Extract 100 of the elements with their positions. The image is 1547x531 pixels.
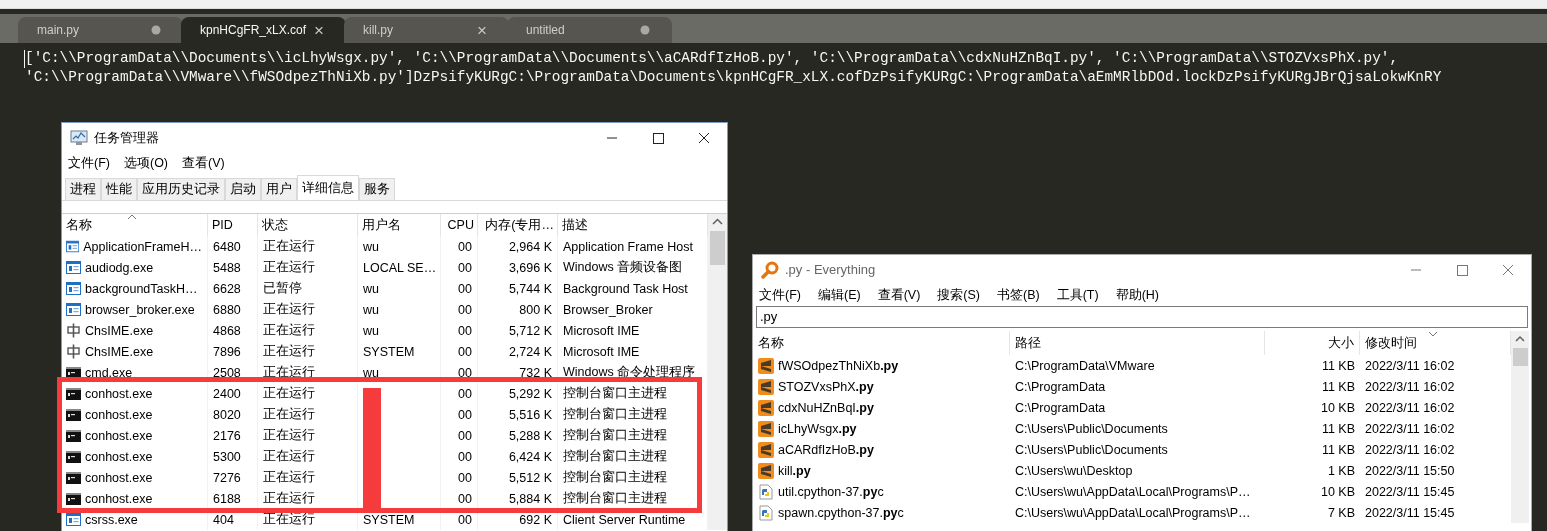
window-icon <box>66 303 81 316</box>
process-name: conhost.exe <box>85 428 153 443</box>
table-cell: 11 KB <box>1321 421 1355 436</box>
tab[interactable]: 用户 <box>261 178 297 200</box>
menu-item[interactable]: 工具(T) <box>1056 286 1099 304</box>
table-cell: 正在运行 <box>263 511 315 528</box>
table-cell: 800 K <box>519 302 552 317</box>
menu-item[interactable]: 选项(O) <box>123 154 169 172</box>
console-icon <box>66 408 81 421</box>
menu-item[interactable]: 书签(B) <box>997 286 1040 304</box>
close-tab-button[interactable]: × <box>477 21 487 39</box>
table-cell: 00 <box>458 428 472 443</box>
table-cell: 2,964 K <box>508 239 552 254</box>
table-cell: 00 <box>458 281 472 296</box>
menu-item[interactable]: 文件(F) <box>759 286 801 304</box>
table-cell: 11 KB <box>1321 358 1355 373</box>
table-cell: 控制台窗口主进程 <box>563 448 667 465</box>
menu-item[interactable]: 搜索(S) <box>937 286 980 304</box>
menu-item[interactable]: 查看(V) <box>182 154 225 172</box>
table-cell: 2022/3/11 16:02 <box>1365 421 1455 436</box>
column-header[interactable]: 状态 <box>258 214 358 236</box>
table-cell: 00 <box>458 512 472 527</box>
window-title: 任务管理器 <box>94 128 160 147</box>
tab[interactable]: 进程 <box>65 178 101 200</box>
table-cell: 00 <box>458 470 472 485</box>
menu-item[interactable]: 帮助(H) <box>1115 286 1159 304</box>
table-cell: 正在运行 <box>263 238 315 255</box>
table-cell: 控制台窗口主进程 <box>563 490 667 507</box>
scrollbar-thumb[interactable] <box>710 231 725 265</box>
column-header[interactable]: 路径 <box>1010 331 1265 355</box>
table-cell: 10 KB <box>1320 484 1355 499</box>
console-icon <box>66 471 81 484</box>
table-cell: 正在运行 <box>263 385 315 402</box>
search-field[interactable]: .py <box>756 306 1528 328</box>
close-tab-button[interactable]: × <box>314 21 324 39</box>
table-cell: Windows 命令处理程序 <box>563 364 696 381</box>
editor-tab[interactable]: untitled <box>507 17 672 43</box>
editor-tab[interactable]: main.py <box>18 17 183 43</box>
window-icon <box>66 282 81 295</box>
table-cell: Background Task Host <box>563 281 688 296</box>
table-cell: 5300 <box>213 449 241 464</box>
table-cell: 732 K <box>519 365 552 380</box>
table-cell: wu <box>363 323 379 338</box>
process-name: ChsIME.exe <box>85 323 154 338</box>
editor-tab[interactable]: kill.py × <box>344 17 509 43</box>
process-name: ApplicationFrameH… <box>83 239 202 254</box>
table-cell: C:\Users\wu\Desktop <box>1015 463 1133 478</box>
table-cell: 5,712 K <box>508 323 552 338</box>
column-header[interactable]: CPU <box>441 214 478 236</box>
scrollbar[interactable] <box>708 214 727 530</box>
table-cell: 6880 <box>213 302 241 317</box>
table-cell: wu <box>363 281 379 296</box>
table-cell: 00 <box>458 449 472 464</box>
table-cell: LOCAL SE… <box>363 260 437 275</box>
column-header[interactable]: 名称 <box>753 331 1010 355</box>
table-cell: 11 KB <box>1321 379 1355 394</box>
table-cell: 2400 <box>213 386 241 401</box>
table-cell: 正在运行 <box>263 343 315 360</box>
menu-item[interactable]: 查看(V) <box>877 286 921 304</box>
window-icon <box>66 513 81 526</box>
process-name: conhost.exe <box>85 386 153 401</box>
table-cell: SYSTEM <box>363 512 415 527</box>
table-cell: 6188 <box>213 491 241 506</box>
column-header[interactable]: 内存(专用… <box>478 214 558 236</box>
tab[interactable]: 性能 <box>101 178 137 200</box>
menu-item[interactable]: 编辑(E) <box>817 286 861 304</box>
tab[interactable]: 应用历史记录 <box>137 178 225 200</box>
process-name: cmd.exe <box>85 365 133 380</box>
table-cell: 10 KB <box>1320 400 1355 415</box>
tab[interactable]: 详细信息 <box>297 175 359 200</box>
file-icon <box>758 441 774 458</box>
column-header[interactable]: 大小 <box>1265 331 1360 355</box>
scrollbar[interactable] <box>1511 331 1529 523</box>
table-cell: 正在运行 <box>263 406 315 423</box>
table-cell: 5,516 K <box>508 407 552 422</box>
column-header[interactable]: 名称 <box>62 214 208 236</box>
python-file-icon <box>758 483 774 500</box>
table-cell: 正在运行 <box>263 259 315 276</box>
column-header[interactable]: PID <box>208 214 258 236</box>
input-method-icon <box>66 323 81 338</box>
console-icon <box>66 450 81 463</box>
tab[interactable]: 启动 <box>225 178 261 200</box>
table-cell: 3,696 K <box>508 260 552 275</box>
table-cell: 00 <box>458 323 472 338</box>
process-name: conhost.exe <box>85 470 153 485</box>
table-cell: 5488 <box>213 260 241 275</box>
table-cell: 2022/3/11 16:02 <box>1365 358 1455 373</box>
table-cell: 7276 <box>213 470 241 485</box>
table-cell: wu <box>363 239 379 254</box>
file-name: util.cpython-37.pyc <box>778 484 884 499</box>
table-cell: 控制台窗口主进程 <box>563 427 667 444</box>
table-cell: 5,744 K <box>508 281 552 296</box>
console-icon <box>66 492 81 505</box>
tab[interactable]: 服务 <box>359 178 395 200</box>
table-cell: 2022/3/11 16:02 <box>1365 400 1455 415</box>
editor-tab[interactable]: kpnHCgFR_xLX.cof × <box>181 17 346 43</box>
scrollbar-thumb[interactable] <box>1512 348 1528 366</box>
table-cell: 正在运行 <box>263 469 315 486</box>
column-header[interactable]: 用户名 <box>358 214 441 236</box>
menu-item[interactable]: 文件(F) <box>68 154 110 172</box>
